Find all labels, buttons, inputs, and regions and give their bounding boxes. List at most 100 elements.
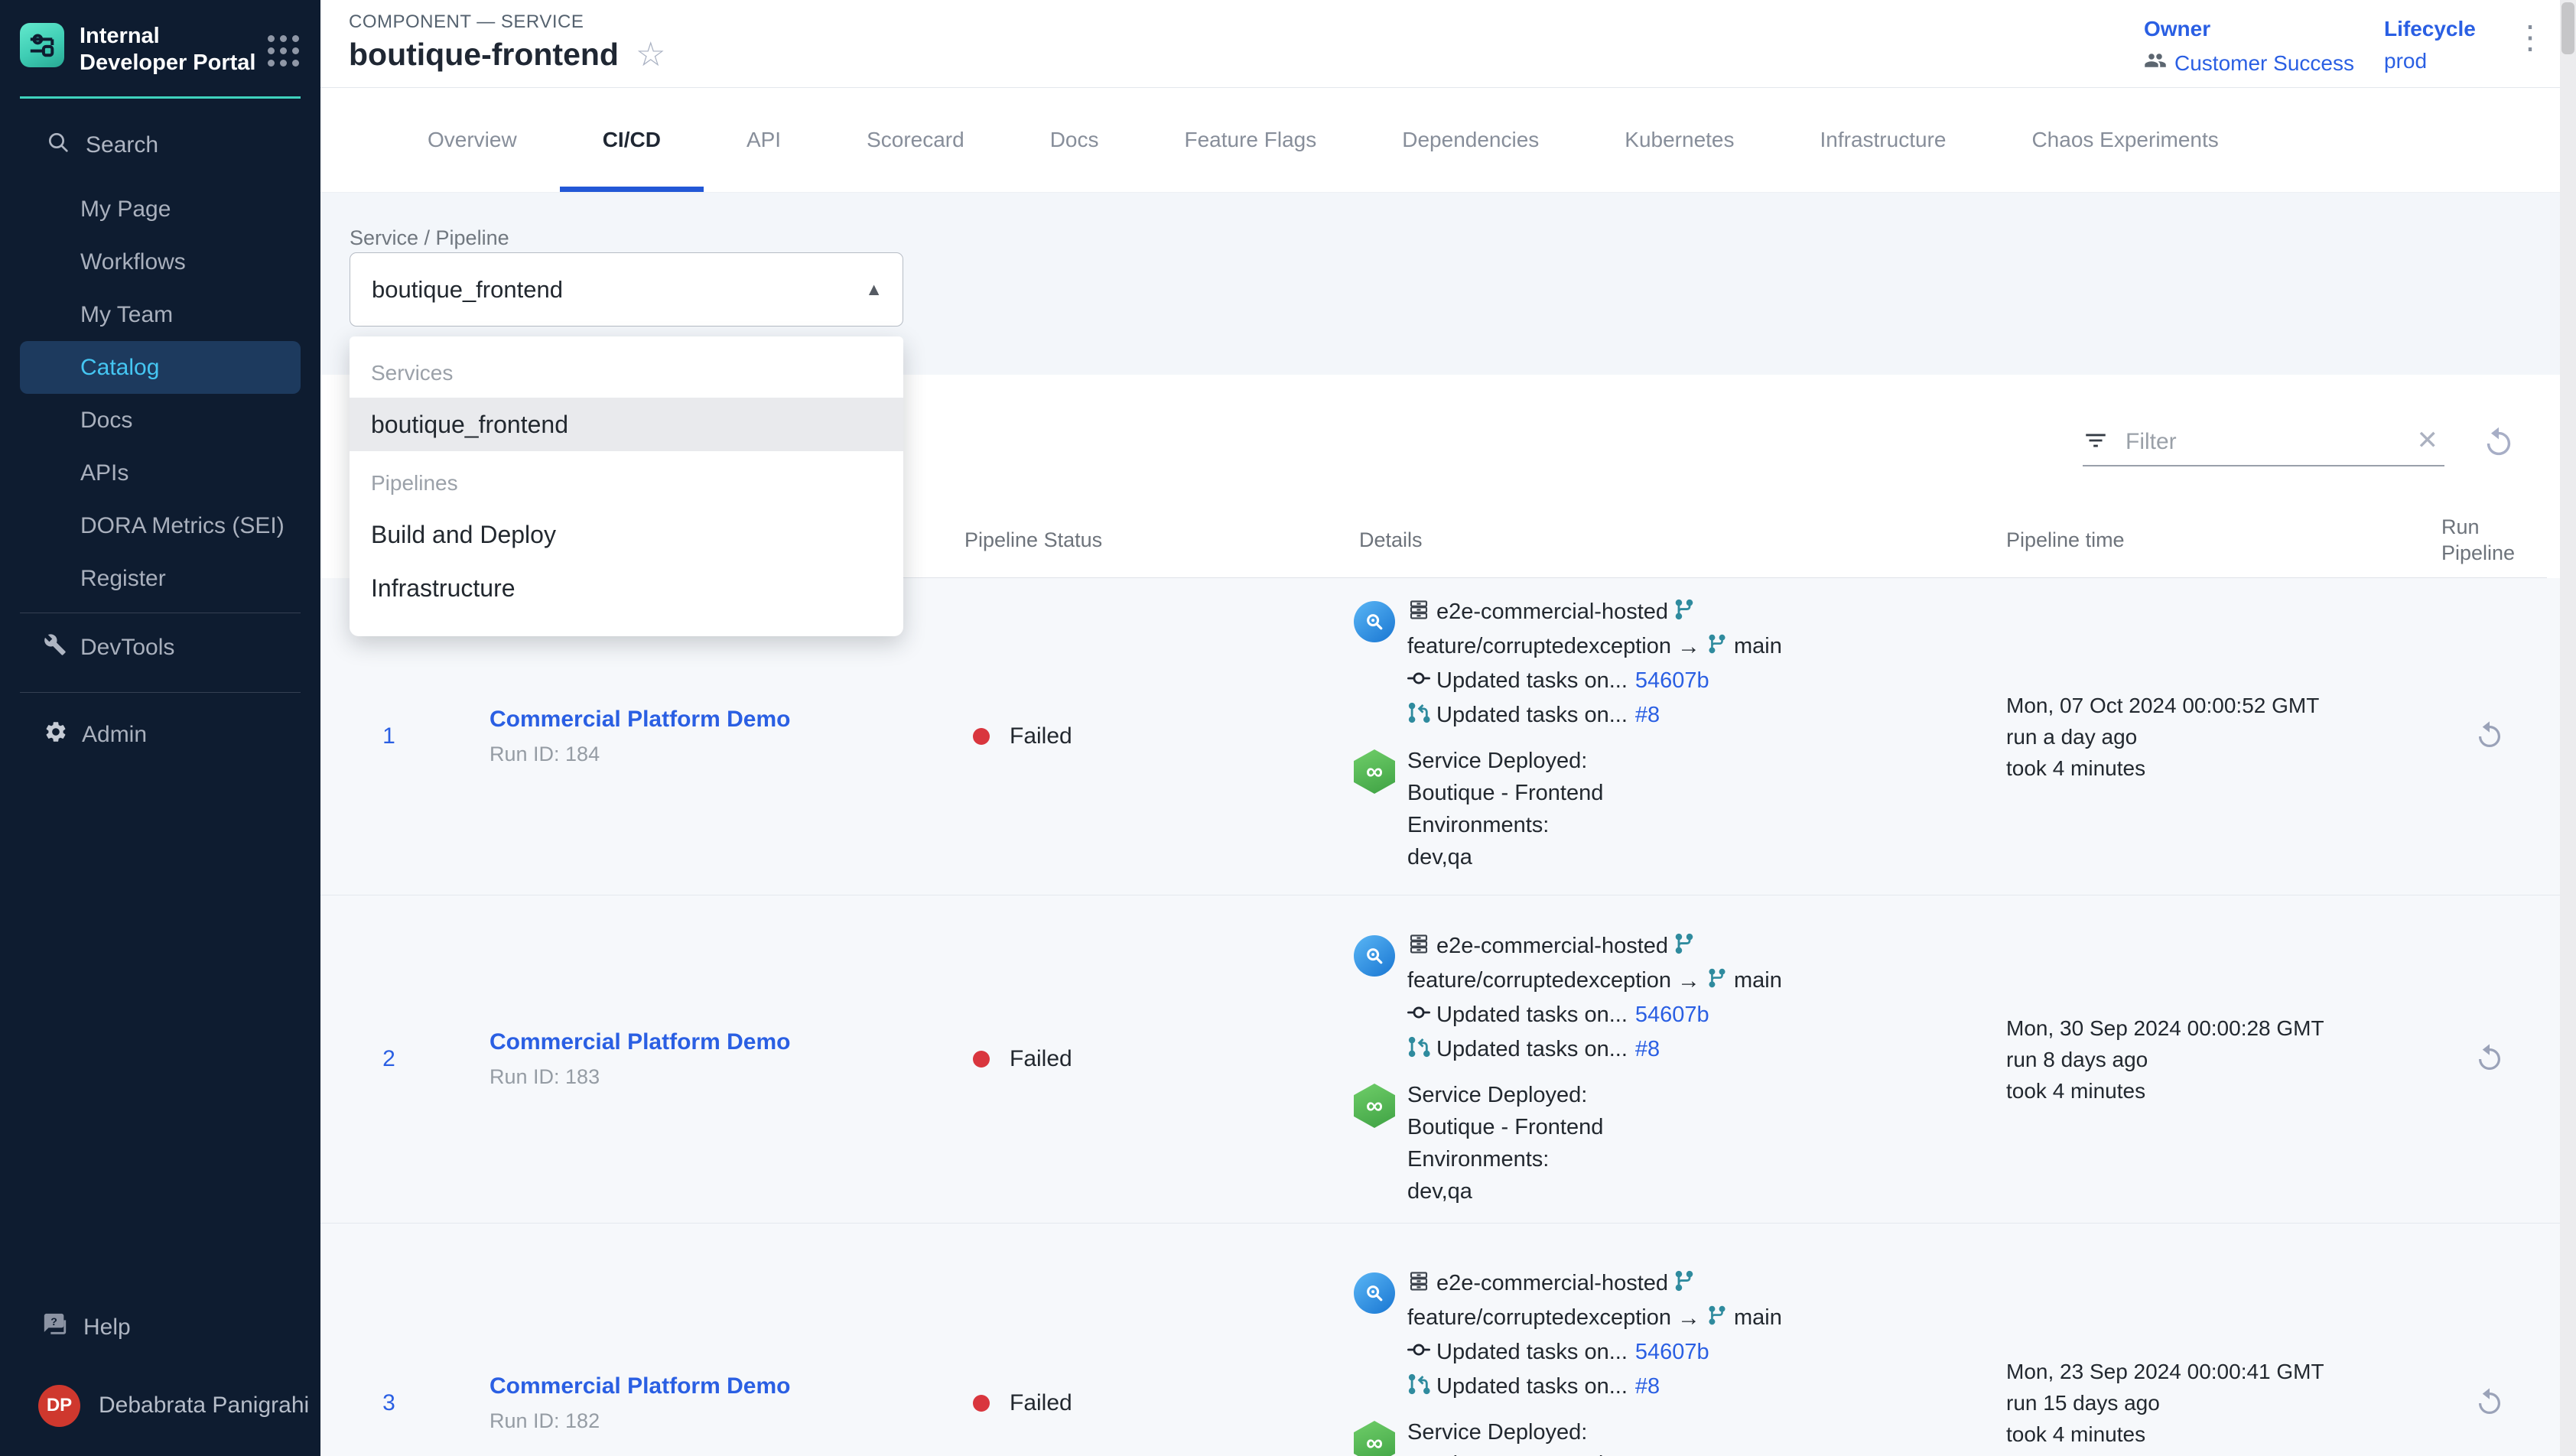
infinity-glyph: ∞ <box>1366 1092 1383 1120</box>
environments-label: Environments: <box>1407 1143 1603 1175</box>
service-pipeline-dropdown: Services boutique_frontend Pipelines Bui… <box>350 336 903 636</box>
repo-name[interactable]: e2e-commercial-hosted <box>1436 1271 1668 1296</box>
tab-label: CI/CD <box>603 128 661 152</box>
dropdown-option-infrastructure[interactable]: Infrastructure <box>350 561 903 615</box>
owner-block: Owner Customer Success <box>2144 17 2354 77</box>
tab-dependencies[interactable]: Dependencies <box>1359 88 1582 192</box>
tab-scorecard[interactable]: Scorecard <box>824 88 1007 192</box>
cd-stage-icon: ∞ <box>1354 749 1395 794</box>
user-name: Debabrata Panigrahi <box>99 1393 309 1419</box>
page-header: COMPONENT — SERVICE boutique-frontend ☆ … <box>320 0 2576 88</box>
pipeline-name-link[interactable]: Commercial Platform Demo <box>490 707 960 733</box>
apps-grid-icon[interactable] <box>268 35 299 67</box>
tab-feature-flags[interactable]: Feature Flags <box>1142 88 1360 192</box>
sidebar-item-dora-metrics[interactable]: DORA Metrics (SEI) <box>0 499 320 552</box>
sidebar-item-register[interactable]: Register <box>0 552 320 605</box>
search-icon <box>46 130 86 161</box>
sidebar-item-label: APIs <box>80 460 128 486</box>
app-root: Internal Developer Portal Search My Page… <box>0 0 2576 1456</box>
pipeline-name-link[interactable]: Commercial Platform Demo <box>490 1029 960 1055</box>
scrollbar-thumb[interactable] <box>2561 2 2574 54</box>
tab-cicd[interactable]: CI/CD <box>560 88 704 192</box>
favorite-star-icon[interactable]: ☆ <box>636 38 665 72</box>
sidebar-item-label: Admin <box>82 722 147 748</box>
sidebar-item-devtools[interactable]: DevTools <box>0 621 320 674</box>
tab-label: Docs <box>1050 128 1099 152</box>
pipeline-name-link[interactable]: Commercial Platform Demo <box>490 1373 960 1399</box>
sidebar-item-label: Catalog <box>80 355 159 381</box>
deployed-service: Boutique - Frontend <box>1407 1448 1603 1456</box>
branch-from[interactable]: feature/corruptedexception <box>1407 968 1671 993</box>
pipeline-ran: run a day ago <box>2006 721 2432 752</box>
tab-docs[interactable]: Docs <box>1007 88 1142 192</box>
pipeline-timestamp: Mon, 07 Oct 2024 00:00:52 GMT <box>2006 690 2432 721</box>
tab-kubernetes[interactable]: Kubernetes <box>1582 88 1777 192</box>
run-id: Run ID: 184 <box>490 743 960 766</box>
pr-link[interactable]: #8 <box>1635 1037 1660 1062</box>
run-pipeline-icon[interactable] <box>2471 1041 2508 1077</box>
sidebar-item-label: DORA Metrics (SEI) <box>80 513 285 539</box>
vertical-scrollbar[interactable] <box>2560 0 2576 1456</box>
service-deployed-label: Service Deployed: <box>1407 745 1603 777</box>
col-run-pipeline: Run Pipeline <box>2432 514 2547 566</box>
cd-stage-icon: ∞ <box>1354 1084 1395 1128</box>
pr-message: Updated tasks on... <box>1436 1037 1628 1062</box>
teal-divider <box>20 96 301 99</box>
sidebar-item-my-team[interactable]: My Team <box>0 288 320 341</box>
sidebar-item-my-page[interactable]: My Page <box>0 183 320 236</box>
sidebar-item-docs[interactable]: Docs <box>0 394 320 447</box>
dropdown-option-boutique-frontend[interactable]: boutique_frontend <box>350 398 903 451</box>
sidebar-item-admin[interactable]: Admin <box>0 708 320 761</box>
help-button[interactable]: ? Help <box>0 1300 320 1355</box>
sidebar-item-workflows[interactable]: Workflows <box>0 236 320 288</box>
dropdown-group-pipelines: Pipelines <box>350 459 903 508</box>
owner-value: Customer Success <box>2174 51 2354 76</box>
repo-name[interactable]: e2e-commercial-hosted <box>1436 934 1668 959</box>
tab-api[interactable]: API <box>704 88 824 192</box>
run-pipeline-icon[interactable] <box>2471 718 2508 755</box>
pipeline-timestamp: Mon, 30 Sep 2024 00:00:28 GMT <box>2006 1012 2432 1044</box>
commit-link[interactable]: 54607b <box>1635 1340 1709 1365</box>
ci-stage-icon <box>1354 601 1395 642</box>
tab-bar: Overview CI/CD API Scorecard Docs Featur… <box>320 88 2576 193</box>
run-number: 2 <box>350 895 428 1223</box>
run-pipeline-icon[interactable] <box>2471 1385 2508 1422</box>
cd-stage-icon: ∞ <box>1354 1421 1395 1456</box>
owner-label: Owner <box>2144 17 2354 41</box>
service-pipeline-select[interactable]: boutique_frontend ▲ <box>350 252 903 327</box>
sidebar-item-catalog[interactable]: Catalog <box>20 341 301 394</box>
owner-link[interactable]: Customer Success <box>2144 49 2354 77</box>
table-row: 2 Commercial Platform Demo Run ID: 183 F… <box>320 895 2560 1224</box>
tab-infrastructure[interactable]: Infrastructure <box>1778 88 1989 192</box>
tab-overview[interactable]: Overview <box>385 88 560 192</box>
sidebar-search[interactable]: Search <box>0 117 320 174</box>
user-menu[interactable]: DP Debabrata Panigrahi <box>0 1373 320 1438</box>
branch-from[interactable]: feature/corruptedexception <box>1407 1305 1671 1331</box>
repo-icon <box>1407 598 1436 627</box>
ci-stage-icon <box>1354 935 1395 977</box>
branch-to[interactable]: main <box>1734 1305 1782 1331</box>
dropdown-option-build-and-deploy[interactable]: Build and Deploy <box>350 508 903 561</box>
brand: Internal Developer Portal <box>0 0 320 76</box>
branch-to[interactable]: main <box>1734 634 1782 659</box>
tab-label: API <box>746 128 781 152</box>
repo-name[interactable]: e2e-commercial-hosted <box>1436 600 1668 625</box>
reset-icon[interactable] <box>2474 419 2523 468</box>
status-label: Failed <box>1010 1390 1072 1416</box>
branch-icon <box>1673 932 1702 961</box>
pr-link[interactable]: #8 <box>1635 703 1660 728</box>
kebab-menu-icon[interactable]: ⋮ <box>2514 20 2546 55</box>
commit-link[interactable]: 54607b <box>1635 668 1709 694</box>
sidebar-item-apis[interactable]: APIs <box>0 447 320 499</box>
filter-input[interactable] <box>2126 429 2411 455</box>
avatar: DP <box>38 1385 80 1427</box>
sidebar-item-label: Register <box>80 566 166 592</box>
tab-chaos-experiments[interactable]: Chaos Experiments <box>1989 88 2261 192</box>
commit-link[interactable]: 54607b <box>1635 1003 1709 1028</box>
clear-filter-icon[interactable]: ✕ <box>2411 425 2445 459</box>
help-icon: ? <box>42 1311 83 1344</box>
status-label: Failed <box>1010 1046 1072 1072</box>
pr-link[interactable]: #8 <box>1635 1374 1660 1399</box>
branch-from[interactable]: feature/corruptedexception <box>1407 634 1671 659</box>
branch-to[interactable]: main <box>1734 968 1782 993</box>
